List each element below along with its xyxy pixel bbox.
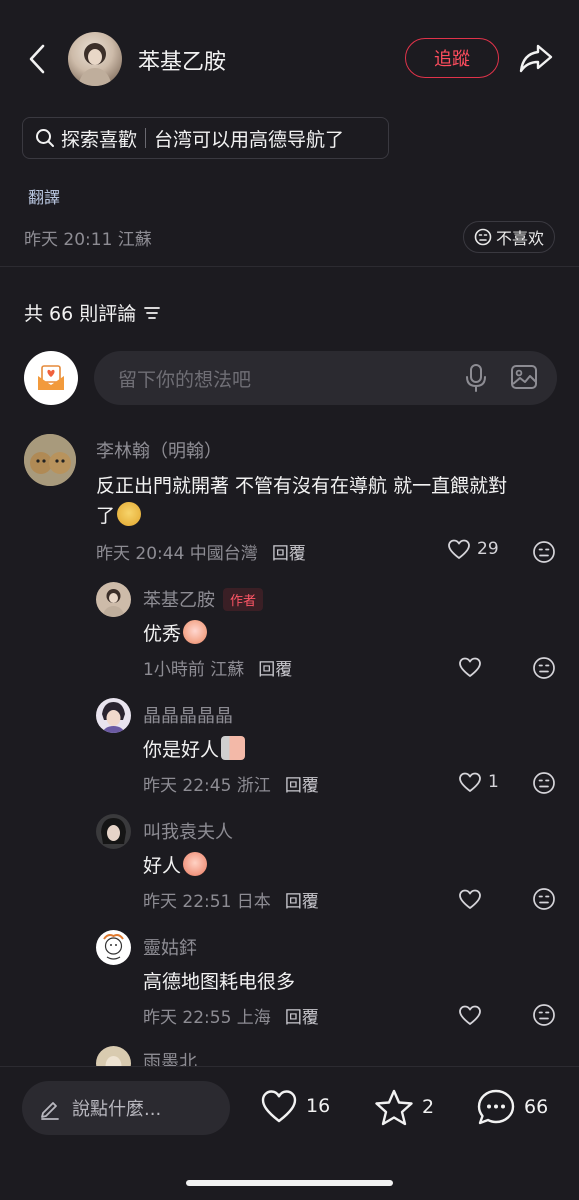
reply-time-location: 昨天 22:55 上海: [143, 1008, 271, 1028]
comment-bubble-icon: [477, 1089, 515, 1125]
comment-text: 反正出門就開著 不管有沒有在導航 就一直餵就對 了: [96, 471, 566, 531]
search-icon: [36, 129, 54, 147]
chip-divider: [145, 128, 147, 148]
author-name[interactable]: 苯基乙胺: [138, 44, 226, 76]
home-indicator: [186, 1180, 393, 1186]
reply-text-content: 你是好人: [143, 739, 220, 761]
reply-text: 你是好人: [143, 735, 246, 765]
back-icon: [29, 44, 45, 74]
post-meta: 昨天 20:11 江蘇: [24, 230, 152, 250]
reply-header: 苯基乙胺 作者: [143, 586, 264, 612]
post-comment-button[interactable]: 66: [476, 1088, 548, 1126]
pencil-icon: [41, 1102, 59, 1120]
neutral-face-icon[interactable]: [532, 540, 556, 564]
reply-avatar[interactable]: [96, 582, 131, 617]
reply-text: 高德地图耗电很多: [143, 971, 296, 993]
comment-time-location: 昨天 20:44 中國台灣: [96, 544, 258, 564]
comments-count-title: 共 66 則評論: [24, 303, 137, 325]
like-count: 1: [488, 772, 499, 792]
dislike-face-icon: [474, 228, 492, 246]
follow-button[interactable]: 追蹤: [405, 38, 499, 78]
reply-meta: 昨天 22:55 上海 回覆: [143, 1003, 319, 1028]
reply-name[interactable]: 苯基乙胺: [143, 586, 215, 612]
good-person-emoji: [221, 736, 246, 760]
blushing-emoji: [183, 852, 208, 876]
heart-icon: [459, 772, 481, 792]
comment-text-line-2: 了: [96, 501, 566, 531]
reply-avatar[interactable]: [96, 930, 131, 965]
reply-meta: 1小時前 江蘇 回覆: [143, 655, 292, 680]
heart-icon[interactable]: [458, 888, 482, 910]
reply-button[interactable]: 回覆: [285, 776, 319, 796]
post-favorite-button[interactable]: 2: [374, 1088, 434, 1126]
reply-avatar[interactable]: [96, 814, 131, 849]
sort-icon[interactable]: [144, 306, 161, 320]
reply-meta: 昨天 22:51 日本 回覆: [143, 887, 319, 912]
my-avatar: [24, 351, 78, 405]
post-like-button[interactable]: 16: [260, 1088, 330, 1124]
reply-like-button[interactable]: 1: [458, 771, 499, 793]
envelope-heart-icon: [38, 365, 64, 390]
dislike-button[interactable]: 不喜欢: [463, 221, 555, 253]
reply-button[interactable]: 回覆: [285, 892, 319, 912]
reply-button[interactable]: 回覆: [258, 660, 292, 680]
reply-avatar[interactable]: [96, 698, 131, 733]
heart-icon[interactable]: [458, 1004, 482, 1026]
comment-text-tail: 了: [96, 505, 116, 527]
say-something-input[interactable]: 說點什麼...: [22, 1081, 230, 1135]
reply-name[interactable]: 叫我袁夫人: [143, 818, 233, 844]
dislike-label: 不喜欢: [495, 229, 544, 248]
neutral-face-icon[interactable]: [532, 656, 556, 680]
search-chip-query: 台湾可以用高德导航了: [154, 128, 345, 151]
search-chip-label: 探索喜歡: [61, 128, 138, 151]
translate-link[interactable]: 翻譯: [28, 184, 60, 208]
post-star-count: 2: [422, 1096, 435, 1118]
search-suggestion-chip[interactable]: 探索喜歡 台湾可以用高德导航了: [22, 117, 389, 159]
share-button[interactable]: [516, 40, 556, 76]
heart-icon: [448, 539, 470, 559]
reply-button[interactable]: 回覆: [285, 1008, 319, 1028]
reply-button[interactable]: 回覆: [272, 544, 306, 564]
mic-icon[interactable]: [462, 362, 490, 394]
share-icon: [519, 44, 553, 73]
back-button[interactable]: [22, 40, 52, 78]
comment-input-placeholder: 留下你的想法吧: [118, 368, 252, 391]
author-avatar[interactable]: [68, 32, 122, 86]
author-badge: 作者: [223, 587, 264, 611]
star-icon: [375, 1089, 413, 1126]
like-count: 29: [477, 539, 499, 559]
comment-meta: 昨天 20:44 中國台灣 回覆: [96, 539, 306, 564]
commenter-name[interactable]: 李林翰（明翰）: [96, 437, 222, 463]
neutral-face-icon[interactable]: [532, 771, 556, 795]
heart-icon[interactable]: [458, 656, 482, 678]
reply-time-location: 昨天 22:51 日本: [143, 892, 271, 912]
reply-meta: 昨天 22:45 浙江 回覆: [143, 771, 319, 796]
reply-name[interactable]: 靈姑銔: [143, 934, 197, 960]
image-icon[interactable]: [510, 364, 538, 390]
reply-text-content: 优秀: [143, 623, 182, 645]
heart-icon: [261, 1090, 297, 1123]
reply-time-location: 昨天 22:45 浙江: [143, 776, 271, 796]
crying-laugh-emoji: [183, 620, 208, 644]
comment-text-line: 反正出門就開著 不管有沒有在導航 就一直餵就對: [96, 475, 508, 497]
reply-text: 好人: [143, 851, 208, 881]
reply-text: 优秀: [143, 619, 208, 649]
commenter-avatar[interactable]: [24, 434, 76, 486]
say-something-placeholder: 說點什麼...: [72, 1099, 162, 1120]
comment-like-button[interactable]: 29: [447, 538, 499, 560]
dog-emoji-sticker: [117, 502, 142, 526]
post-comment-count: 66: [524, 1096, 549, 1118]
comments-header: 共 66 則評論: [24, 299, 161, 326]
reply-time-location: 1小時前 江蘇: [143, 660, 245, 680]
post-like-count: 16: [306, 1095, 331, 1117]
neutral-face-icon[interactable]: [532, 1003, 556, 1027]
neutral-face-icon[interactable]: [532, 887, 556, 911]
divider: [0, 266, 579, 267]
reply-name[interactable]: 晶晶晶晶晶: [143, 702, 233, 728]
reply-text-content: 好人: [143, 855, 182, 877]
